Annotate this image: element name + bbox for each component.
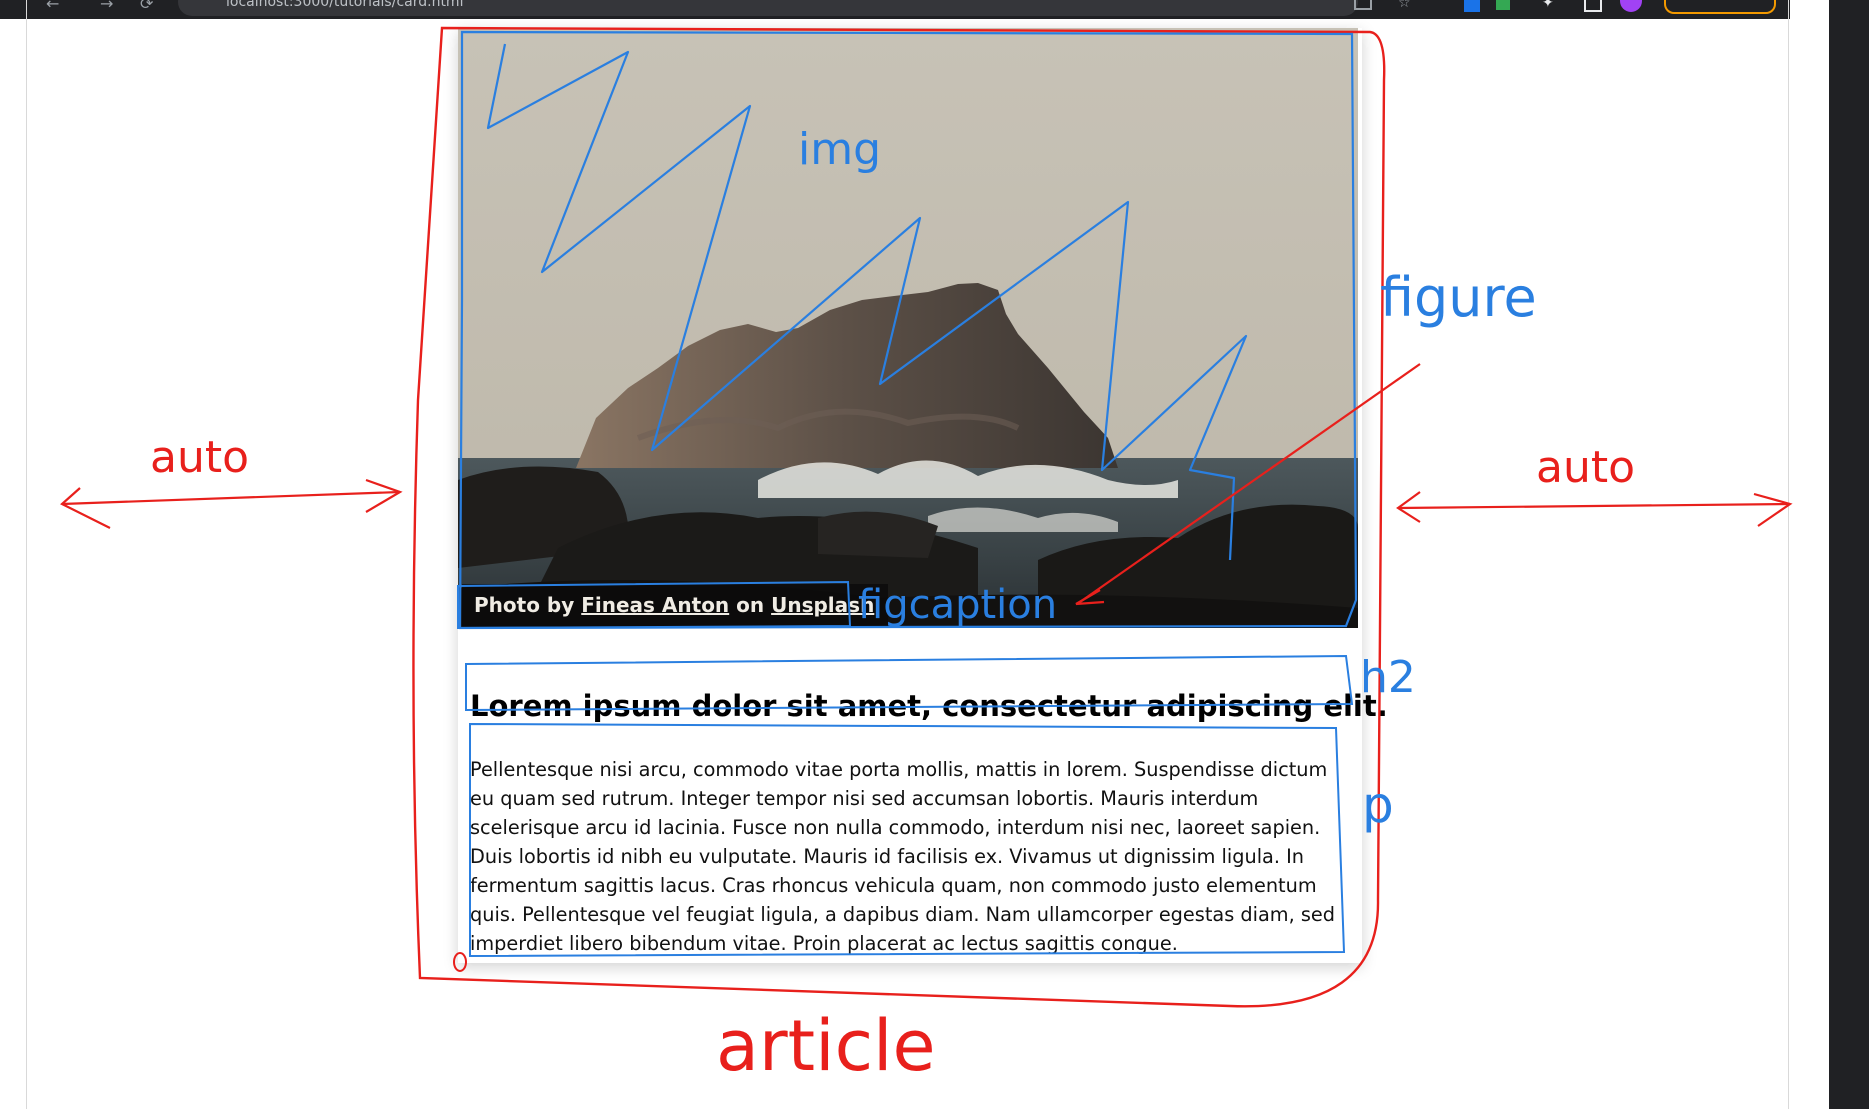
- address-bar-url[interactable]: localhost:3000/tutorials/card.html: [226, 0, 463, 10]
- auto-left-label: auto: [150, 432, 249, 483]
- card-figure: Photo by Fineas Anton on Unsplash: [458, 28, 1358, 628]
- card-heading: Lorem ipsum dolor sit amet, consectetur …: [470, 689, 1388, 723]
- extension-green-icon[interactable]: [1496, 0, 1510, 10]
- viewport-right-edge: [1788, 0, 1789, 1109]
- auto-right-label: auto: [1536, 442, 1635, 493]
- cast-icon[interactable]: [1354, 0, 1372, 10]
- auto-left-arrow-head-right: [365, 478, 403, 513]
- extension-blue-icon[interactable]: [1464, 0, 1480, 12]
- auto-right-arrow: [1397, 502, 1791, 510]
- viewport-left-edge: [26, 0, 27, 1109]
- photographer-link[interactable]: Fineas Anton: [581, 593, 729, 617]
- card-paragraph: Pellentesque nisi arcu, commodo vitae po…: [470, 758, 1335, 955]
- bookmark-star-icon[interactable]: ☆: [1398, 0, 1412, 11]
- auto-right-arrow-head-left: [1396, 491, 1421, 523]
- window-side-rail: [1829, 0, 1869, 1109]
- article-label: article: [716, 1005, 936, 1087]
- forward-arrow-icon[interactable]: →: [100, 0, 113, 13]
- screen: ← → ⟳ localhost:3000/tutorials/card.html…: [0, 0, 1869, 1109]
- p-label: p: [1362, 776, 1394, 834]
- reload-icon[interactable]: ⟳: [140, 0, 153, 13]
- auto-left-arrow-head-left: [60, 487, 111, 529]
- auto-left-arrow: [61, 490, 401, 506]
- auto-right-arrow-head-right: [1753, 492, 1793, 527]
- article-card: Photo by Fineas Anton on Unsplash Lorem …: [458, 28, 1388, 963]
- caption-joiner: on: [736, 593, 765, 617]
- figcaption: Photo by Fineas Anton on Unsplash: [462, 584, 889, 627]
- browser-toolbar: ← → ⟳ localhost:3000/tutorials/card.html…: [0, 0, 1790, 19]
- profile-avatar-icon[interactable]: [1620, 0, 1642, 12]
- tab-search-icon[interactable]: [1584, 0, 1602, 12]
- extensions-puzzle-icon[interactable]: ✦: [1542, 0, 1558, 11]
- update-button[interactable]: [1664, 0, 1776, 14]
- back-arrow-icon[interactable]: ←: [46, 0, 59, 13]
- unsplash-link[interactable]: Unsplash: [771, 593, 874, 617]
- seascape-photo: [458, 28, 1358, 628]
- caption-prefix: Photo by: [474, 593, 575, 617]
- figure-label: figure: [1380, 266, 1537, 329]
